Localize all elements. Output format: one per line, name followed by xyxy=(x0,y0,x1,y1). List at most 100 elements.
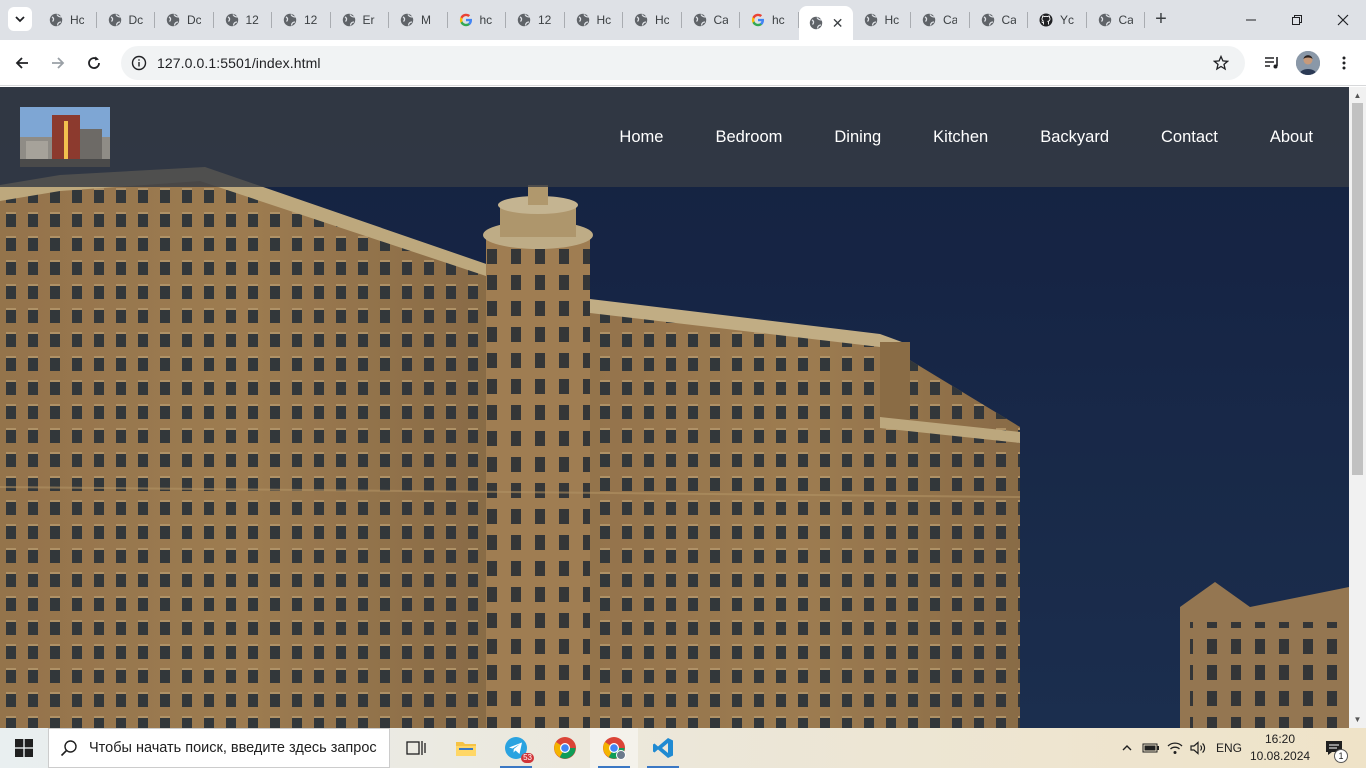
site-header: Home Bedroom Dining Kitchen Backyard Contact A… xyxy=(0,87,1349,187)
nav-link-home[interactable]: Home xyxy=(619,128,663,147)
browser-tab[interactable]: Ca xyxy=(1087,0,1146,40)
browser-toolbar: 127.0.0.1:5501/index.html xyxy=(0,40,1366,86)
browser-tab[interactable]: Ca xyxy=(970,0,1029,40)
browser-menu-button[interactable] xyxy=(1332,51,1356,75)
chrome-profile-button[interactable] xyxy=(590,728,638,768)
chevron-down-icon xyxy=(15,16,25,23)
browser-tab[interactable]: M xyxy=(389,0,448,40)
action-center-button[interactable] xyxy=(1318,728,1350,768)
tab-label: 12 xyxy=(538,13,552,27)
site-nav: Home Bedroom Dining Kitchen Backyard Contact A… xyxy=(567,87,1313,187)
nav-link-dining[interactable]: Dining xyxy=(834,128,881,147)
profile-avatar[interactable] xyxy=(1296,51,1320,75)
volume-button[interactable] xyxy=(1187,728,1209,768)
tab-label: Hc xyxy=(655,13,669,27)
globe-icon xyxy=(980,12,996,28)
reload-button[interactable] xyxy=(82,51,106,75)
tab-label: Hc xyxy=(596,13,611,27)
browser-tab[interactable]: Ca xyxy=(911,0,970,40)
globe-icon xyxy=(516,12,532,28)
browser-tab[interactable]: Dc xyxy=(97,0,156,40)
nav-link-contact[interactable]: Contact xyxy=(1161,128,1218,147)
folder-icon xyxy=(456,742,476,756)
browser-tab[interactable]: Er xyxy=(331,0,390,40)
globe-icon xyxy=(1097,12,1113,28)
browser-tab[interactable]: Hc xyxy=(565,0,624,40)
address-bar[interactable]: 127.0.0.1:5501/index.html xyxy=(121,46,1245,80)
tab-active[interactable]: ✕ xyxy=(798,6,853,40)
globe-icon xyxy=(863,12,879,28)
tab-label: Dc xyxy=(187,13,201,27)
minimize-button[interactable] xyxy=(1228,0,1274,40)
tab-label: Dc xyxy=(128,13,143,27)
browser-tab[interactable]: Yc xyxy=(1028,0,1087,40)
speaker-icon xyxy=(1190,741,1206,755)
globe-icon xyxy=(341,12,357,28)
arrow-left-icon xyxy=(15,57,28,69)
browser-tab[interactable]: Hc xyxy=(623,0,682,40)
nav-link-about[interactable]: About xyxy=(1270,128,1313,147)
chrome-button[interactable] xyxy=(541,728,589,768)
browser-tab[interactable]: 12 xyxy=(272,0,331,40)
clock-time: 16:20 xyxy=(1264,732,1296,746)
browser-tab[interactable]: hc xyxy=(448,0,507,40)
network-button[interactable] xyxy=(1164,728,1186,768)
info-icon[interactable] xyxy=(129,53,149,73)
search-icon xyxy=(60,740,77,757)
close-tab-icon[interactable]: ✕ xyxy=(832,15,844,32)
tab-strip: Hc Dc Dc 12 12 Er Mhc 12 Hc Hc Ca hc ✕ Hc Ca Ca Yc Ca + xyxy=(0,0,1366,40)
system-clock[interactable]: 16:20 10.08.2024 xyxy=(1250,731,1310,765)
chrome-icon xyxy=(554,737,576,759)
page-viewport: Home Bedroom Dining Kitchen Backyard Contact A… xyxy=(0,87,1349,728)
media-controls-button[interactable] xyxy=(1260,51,1284,75)
battery-button[interactable] xyxy=(1140,728,1162,768)
task-view-icon xyxy=(406,741,426,755)
browser-tab[interactable]: hc xyxy=(740,0,799,40)
tab-search-button[interactable] xyxy=(8,7,32,31)
tabs: Hc Dc Dc 12 12 Er Mhc 12 Hc Hc Ca hc ✕ Hc Ca Ca Yc Ca xyxy=(38,0,1145,40)
taskbar-search[interactable]: Чтобы начать поиск, введите здесь запрос xyxy=(48,728,390,768)
browser-tab[interactable]: Hc xyxy=(38,0,97,40)
new-tab-button[interactable]: + xyxy=(1151,9,1171,30)
bookmark-star-icon[interactable] xyxy=(1211,53,1231,73)
scroll-up-icon[interactable]: ▲ xyxy=(1352,90,1363,101)
nav-link-backyard[interactable]: Backyard xyxy=(1040,128,1109,147)
url-text[interactable]: 127.0.0.1:5501/index.html xyxy=(157,55,321,71)
tab-label: Er xyxy=(362,13,375,27)
media-queue-icon xyxy=(1265,57,1278,69)
show-hidden-icons-button[interactable] xyxy=(1116,728,1138,768)
back-button[interactable] xyxy=(10,51,34,75)
forward-button[interactable] xyxy=(46,51,70,75)
browser-tab[interactable]: Ca xyxy=(682,0,741,40)
globe-icon xyxy=(165,12,181,28)
google-icon xyxy=(750,12,766,28)
scroll-down-icon[interactable]: ▼ xyxy=(1352,714,1363,725)
vscode-button[interactable] xyxy=(639,728,687,768)
browser-tab[interactable]: Dc xyxy=(155,0,214,40)
task-view-button[interactable] xyxy=(392,728,440,768)
tab-label: Ca xyxy=(1118,13,1133,27)
scroll-thumb[interactable] xyxy=(1352,103,1363,475)
restore-button[interactable] xyxy=(1274,0,1320,40)
tab-label: 12 xyxy=(245,13,259,27)
globe-icon xyxy=(692,12,708,28)
reload-icon xyxy=(88,56,100,69)
tab-label: Ca xyxy=(713,13,728,27)
site-logo[interactable] xyxy=(20,107,110,167)
close-window-button[interactable] xyxy=(1320,0,1366,40)
restore-icon xyxy=(1292,15,1302,25)
tab-label: hc xyxy=(479,13,493,27)
chrome-profile-icon xyxy=(603,737,626,760)
browser-tab[interactable]: 12 xyxy=(214,0,273,40)
page-scrollbar[interactable]: ▲ ▼ xyxy=(1349,87,1366,728)
nav-link-kitchen[interactable]: Kitchen xyxy=(933,128,988,147)
browser-tab[interactable]: Hc xyxy=(853,0,912,40)
telegram-button[interactable]: 53 xyxy=(492,728,540,768)
file-explorer-button[interactable] xyxy=(442,728,490,768)
nav-link-bedroom[interactable]: Bedroom xyxy=(715,128,782,147)
browser-tab[interactable]: 12 xyxy=(506,0,565,40)
vscode-icon xyxy=(653,738,673,758)
input-language[interactable]: ENG xyxy=(1212,728,1246,768)
wifi-icon xyxy=(1167,742,1183,754)
start-button[interactable] xyxy=(0,728,48,768)
